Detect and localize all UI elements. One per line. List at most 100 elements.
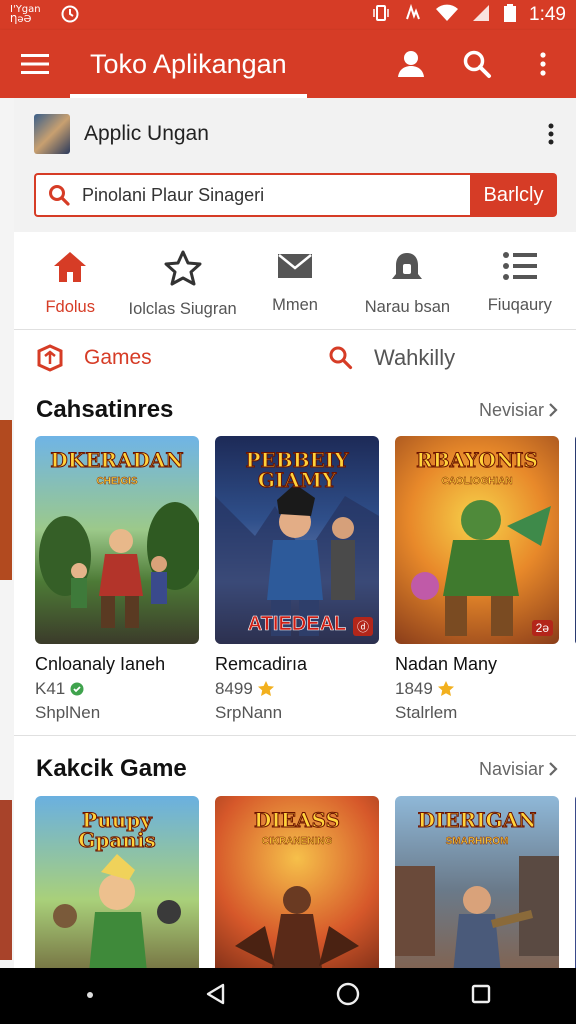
app-card[interactable]: RBAYONIS CAOLIOGHIAN 2ə Nadan Many 1849 … bbox=[395, 436, 559, 723]
app-thumbnail: RBAYONIS CAOLIOGHIAN 2ə bbox=[395, 436, 559, 644]
tab-label: Iolclas Siugran bbox=[128, 300, 237, 318]
verified-icon bbox=[70, 682, 84, 696]
avatar bbox=[34, 114, 70, 154]
tab-top-charts[interactable]: Iolclas Siugran bbox=[126, 232, 238, 329]
app-name: Nadan Many bbox=[395, 654, 498, 674]
games-label: Games bbox=[84, 346, 152, 369]
back-button[interactable] bbox=[204, 982, 226, 1011]
section-more-link[interactable]: Navisiar bbox=[479, 759, 558, 780]
section-more-link[interactable]: Nevisiar bbox=[479, 400, 558, 421]
thumb-title: PEBBEIY GIAMY bbox=[245, 448, 349, 492]
star-icon bbox=[164, 250, 202, 286]
nav-dot-indicator bbox=[85, 987, 95, 1005]
page-title: Toko Aplikangan bbox=[90, 48, 287, 79]
thumb-subtitle: CIKRANENING bbox=[261, 836, 333, 847]
search-row: Pinolani Plaur Sinageri Barlcly bbox=[14, 170, 576, 232]
thumb-subtitle: CHEIGIS bbox=[96, 476, 138, 487]
tab-label: Mmen bbox=[272, 296, 318, 314]
search-icon bbox=[329, 346, 353, 370]
section-title: Kakcik Game bbox=[36, 755, 187, 782]
peek-card bbox=[0, 420, 12, 580]
toolbar-title-tab[interactable]: Toko Aplikangan bbox=[70, 30, 307, 98]
app-developer: ShplNen bbox=[35, 703, 101, 722]
vibrate-icon bbox=[371, 3, 391, 28]
tab-categories[interactable]: Fiuqaury bbox=[464, 232, 576, 329]
account-more-button[interactable] bbox=[526, 122, 576, 146]
thumb-subtitle: CAOLIOGHIAN bbox=[441, 476, 513, 487]
app-thumbnail: PEBBEIY GIAMY ATIEDEAL ⓓ bbox=[215, 436, 379, 644]
more-vert-icon bbox=[540, 52, 546, 76]
tab-label: Fdolus bbox=[45, 298, 95, 316]
app-developer: Stalrlem bbox=[395, 703, 458, 722]
thumb-title: RBAYONIS bbox=[416, 448, 539, 472]
games-icon bbox=[37, 344, 63, 372]
system-nav-bar bbox=[0, 968, 576, 1024]
app-card[interactable]: DIEASS CIKRANENING bbox=[215, 796, 379, 972]
app-rating: K41 bbox=[35, 679, 199, 699]
carrier-label: I'Ygan ȠəƏ bbox=[10, 4, 41, 25]
content-card: Fdolus Iolclas Siugran Mmen Narau bsan F… bbox=[14, 232, 576, 972]
peek-card bbox=[0, 800, 12, 960]
chevron-right-icon bbox=[549, 403, 558, 417]
app-card[interactable]: PEBBEIY GIAMY ATIEDEAL ⓓ Remcadirıa 8499… bbox=[215, 436, 379, 723]
star-icon bbox=[437, 681, 454, 696]
account-icon bbox=[398, 51, 424, 77]
thumb-title: DIERIGAN bbox=[417, 808, 537, 832]
thumb-title: DKERADAN bbox=[50, 448, 184, 472]
app-cards-row: Puupy Gpanis DIEASS CIKRANENING DIERIGAN… bbox=[35, 796, 576, 972]
section-title: Cahsatinres bbox=[36, 396, 174, 423]
section-header: Cahsatinres Nevisiar bbox=[14, 390, 576, 430]
section-divider bbox=[14, 735, 576, 736]
tab-home[interactable]: Fdolus bbox=[14, 232, 126, 329]
home-icon bbox=[54, 252, 87, 282]
app-toolbar: Toko Aplikangan bbox=[0, 30, 576, 98]
status-bar: I'Ygan ȠəƏ 1:49 bbox=[0, 0, 576, 30]
app-thumbnail: DIEASS CIKRANENING bbox=[215, 796, 379, 972]
app-name: Remcadirıa bbox=[215, 654, 308, 674]
app-thumbnail: DIERIGAN SMARHIROM bbox=[395, 796, 559, 972]
search-icon bbox=[463, 50, 491, 78]
bell-icon bbox=[392, 253, 423, 279]
home-circle-icon bbox=[336, 982, 359, 1005]
app-cards-row: DKERADAN CHEIGIS Cnloanaly Ianeh K41 Shp… bbox=[35, 436, 576, 723]
thumb-subtitle: SMARHIROM bbox=[445, 836, 509, 847]
wifi-icon bbox=[435, 3, 459, 28]
app-rating: 8499 bbox=[215, 679, 379, 699]
search-input[interactable]: Pinolani Plaur Sinageri bbox=[34, 173, 470, 217]
tab-notifications[interactable]: Narau bsan bbox=[351, 232, 463, 329]
list-icon bbox=[502, 252, 537, 280]
thumb-badge: ⓓ bbox=[352, 617, 373, 636]
more-vert-icon bbox=[548, 123, 554, 145]
rating-value: 8499 bbox=[215, 679, 253, 698]
search-button[interactable] bbox=[444, 30, 510, 98]
app-store-screen: I'Ygan ȠəƏ 1:49 Toko Aplikangan Applic U… bbox=[0, 0, 576, 1024]
home-button[interactable] bbox=[335, 981, 361, 1012]
app-card[interactable]: DKERADAN CHEIGIS Cnloanaly Ianeh K41 Shp… bbox=[35, 436, 199, 723]
sync-icon bbox=[60, 4, 80, 27]
recents-button[interactable] bbox=[470, 983, 492, 1010]
rating-value: K41 bbox=[35, 679, 66, 698]
account-button[interactable] bbox=[378, 30, 444, 98]
search-submit-button[interactable]: Barlcly bbox=[470, 173, 557, 217]
thumb-badge: 2ə bbox=[531, 620, 553, 636]
menu-button[interactable] bbox=[0, 30, 70, 98]
app-card[interactable]: DIERIGAN SMARHIROM bbox=[395, 796, 559, 972]
filter-search[interactable]: Wahkilly bbox=[328, 345, 455, 371]
section-header: Kakcik Game Navisiar bbox=[14, 749, 576, 789]
cell-signal-icon bbox=[471, 3, 491, 28]
app-developer: SrpNann bbox=[215, 703, 283, 722]
account-name: Applic Ungan bbox=[84, 122, 209, 145]
tab-label: Fiuqaury bbox=[487, 296, 552, 314]
games-filter[interactable]: Games bbox=[14, 344, 328, 372]
account-row[interactable]: Applic Ungan bbox=[14, 98, 576, 170]
filter-row: Games Wahkilly bbox=[14, 330, 576, 386]
search-icon bbox=[49, 185, 70, 206]
battery-icon bbox=[503, 3, 517, 28]
app-card[interactable]: Puupy Gpanis bbox=[35, 796, 199, 972]
more-label: Nevisiar bbox=[478, 399, 544, 420]
tab-messages[interactable]: Mmen bbox=[239, 232, 351, 329]
rating-value: 1849 bbox=[395, 679, 433, 698]
category-tabs: Fdolus Iolclas Siugran Mmen Narau bsan F… bbox=[14, 232, 576, 330]
star-icon bbox=[257, 681, 274, 696]
overflow-menu-button[interactable] bbox=[510, 30, 576, 98]
